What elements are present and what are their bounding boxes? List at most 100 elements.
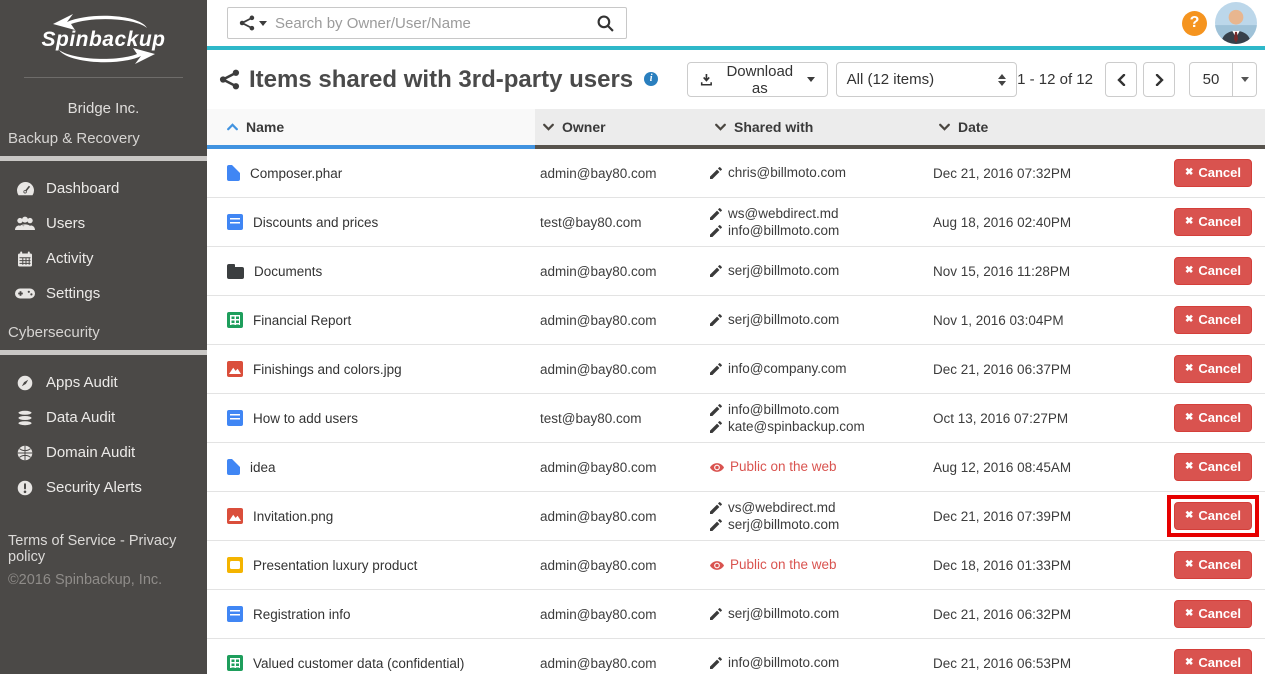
x-icon: ✖ xyxy=(1185,412,1193,423)
column-header-shared-with[interactable]: Shared with xyxy=(707,109,931,149)
eye-icon xyxy=(710,463,724,472)
table-row: Presentation luxury product admin@bay80.… xyxy=(207,541,1265,590)
prev-page-button[interactable] xyxy=(1105,62,1137,97)
sort-desc-icon xyxy=(715,123,726,131)
x-icon: ✖ xyxy=(1185,657,1193,668)
cancel-share-button[interactable]: ✖ Cancel xyxy=(1174,208,1252,236)
public-on-web: Public on the web xyxy=(710,459,837,475)
cancel-label: Cancel xyxy=(1198,312,1241,327)
recipient-email: info@billmoto.com xyxy=(728,655,839,671)
sidebar-item-label: Dashboard xyxy=(46,180,119,197)
cancel-button-wrap: ✖ Cancel xyxy=(1174,159,1252,187)
app-window: Spinbackup Bridge Inc. Backup & Recovery… xyxy=(0,0,1265,674)
info-icon[interactable]: i xyxy=(644,72,658,86)
pagination: 1 - 12 of 12 50 xyxy=(1017,62,1257,97)
cancel-share-button[interactable]: ✖ Cancel xyxy=(1174,404,1252,432)
cancel-label: Cancel xyxy=(1198,557,1241,572)
section-cybersecurity: Cybersecurity xyxy=(0,311,207,350)
cancel-share-button[interactable]: ✖ Cancel xyxy=(1174,649,1252,674)
sidebar-item-apps-audit[interactable]: Apps Audit xyxy=(0,365,207,400)
spinbackup-logo[interactable]: Spinbackup xyxy=(0,0,207,78)
page-size-select[interactable]: 50 xyxy=(1189,62,1257,97)
shared-with-cell: ws@webdirect.md info@billmoto.com xyxy=(707,198,931,246)
download-as-label: Download as xyxy=(720,63,800,97)
shared-date: Dec 18, 2016 01:33PM xyxy=(931,541,1171,589)
public-on-web: Public on the web xyxy=(710,557,837,573)
sidebar-item-dashboard[interactable]: Dashboard xyxy=(0,171,207,206)
link-separator: - xyxy=(120,533,125,549)
cancel-share-button[interactable]: ✖ Cancel xyxy=(1174,257,1252,285)
help-button[interactable]: ? xyxy=(1182,11,1207,36)
recipient: serj@billmoto.com xyxy=(710,263,839,279)
column-header-name[interactable]: Name xyxy=(207,109,535,149)
download-as-button[interactable]: Download as xyxy=(687,62,827,97)
recipient: serj@billmoto.com xyxy=(710,606,839,622)
items-filter-select[interactable]: All (12 items) xyxy=(836,62,1018,97)
sort-desc-icon xyxy=(939,123,950,131)
file-name: Composer.phar xyxy=(250,166,342,181)
file-file-icon xyxy=(227,459,240,475)
cancel-share-button[interactable]: ✖ Cancel xyxy=(1174,306,1252,334)
sort-desc-icon xyxy=(543,123,554,131)
shared-date: Aug 12, 2016 08:45AM xyxy=(931,443,1171,491)
table-row: Registration info admin@bay80.com serj@b… xyxy=(207,590,1265,639)
shared-with-cell: serj@billmoto.com xyxy=(707,296,931,344)
search-type-dropdown[interactable] xyxy=(228,15,275,31)
shared-with-cell: serj@billmoto.com xyxy=(707,590,931,638)
select-arrows-icon xyxy=(998,74,1006,86)
column-header-owner[interactable]: Owner xyxy=(535,109,707,149)
cancel-share-button[interactable]: ✖ Cancel xyxy=(1174,159,1252,187)
cancel-button-wrap: ✖ Cancel xyxy=(1174,257,1252,285)
avatar[interactable] xyxy=(1215,2,1257,44)
cancel-share-button[interactable]: ✖ Cancel xyxy=(1174,355,1252,383)
sidebar-item-label: Data Audit xyxy=(46,409,115,426)
terms-of-service-link[interactable]: Terms of Service xyxy=(8,533,116,549)
search-input[interactable] xyxy=(275,15,585,32)
edit-pencil-icon xyxy=(710,657,722,669)
shared-with-cell: chris@billmoto.com xyxy=(707,149,931,197)
edit-pencil-icon xyxy=(710,421,722,433)
cancel-share-button[interactable]: ✖ Cancel xyxy=(1174,551,1252,579)
owner-email: admin@bay80.com xyxy=(535,492,707,540)
owner-email: test@bay80.com xyxy=(535,394,707,442)
sidebar-item-activity[interactable]: Activity xyxy=(0,241,207,276)
recipient-email: kate@spinbackup.com xyxy=(728,419,865,435)
sidebar-item-domain-audit[interactable]: Domain Audit xyxy=(0,435,207,470)
cancel-share-button[interactable]: ✖ Cancel xyxy=(1174,453,1252,481)
compass-icon xyxy=(14,375,36,391)
sort-asc-icon xyxy=(227,123,238,131)
shared-date: Oct 13, 2016 07:27PM xyxy=(931,394,1171,442)
download-icon xyxy=(700,73,713,87)
sidebar-item-settings[interactable]: Settings xyxy=(0,276,207,311)
column-header-date[interactable]: Date xyxy=(931,109,1171,149)
file-name: Presentation luxury product xyxy=(253,558,417,573)
cancel-button-wrap: ✖ Cancel xyxy=(1174,208,1252,236)
globe-icon xyxy=(14,445,36,461)
logo-text: Spinbackup xyxy=(29,28,179,52)
cancel-button-wrap: ✖ Cancel xyxy=(1174,600,1252,628)
dashboard-icon xyxy=(14,181,36,196)
owner-email: admin@bay80.com xyxy=(535,345,707,393)
edit-pencil-icon xyxy=(710,225,722,237)
shared-date: Dec 21, 2016 07:32PM xyxy=(931,149,1171,197)
next-page-button[interactable] xyxy=(1143,62,1175,97)
cancel-share-button[interactable]: ✖ Cancel xyxy=(1174,502,1252,530)
sidebar-item-users[interactable]: Users xyxy=(0,206,207,241)
chevron-down-icon xyxy=(807,77,815,82)
chevron-left-icon xyxy=(1117,74,1126,86)
chevron-right-icon xyxy=(1155,74,1164,86)
recipient: serj@billmoto.com xyxy=(710,517,839,533)
search-button[interactable] xyxy=(585,15,626,32)
sidebar-item-data-audit[interactable]: Data Audit xyxy=(0,400,207,435)
owner-email: admin@bay80.com xyxy=(535,296,707,344)
edit-pencil-icon xyxy=(710,314,722,326)
cancel-share-button[interactable]: ✖ Cancel xyxy=(1174,600,1252,628)
sidebar-item-security-alerts[interactable]: Security Alerts xyxy=(0,470,207,505)
x-icon: ✖ xyxy=(1185,461,1193,472)
edit-pencil-icon xyxy=(710,208,722,220)
main-content: ? Items shared with 3rd-party users i Do… xyxy=(207,0,1265,674)
table-row: Composer.phar admin@bay80.com chris@bill… xyxy=(207,149,1265,198)
page-size-caret[interactable] xyxy=(1233,62,1257,97)
x-icon: ✖ xyxy=(1185,216,1193,227)
database-icon xyxy=(14,410,36,426)
